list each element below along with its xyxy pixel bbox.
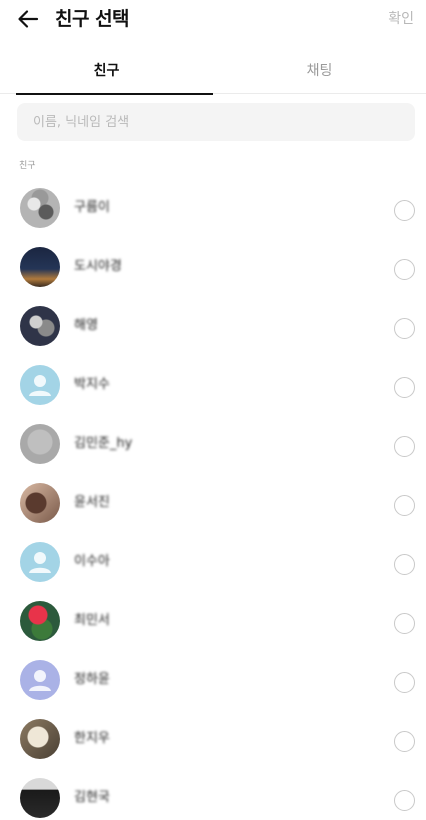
person-icon (29, 375, 51, 396)
list-item[interactable]: 한지우 (0, 711, 426, 770)
select-radio[interactable] (394, 495, 415, 516)
tab-chats[interactable]: 채팅 (213, 56, 426, 94)
friend-name: 김현국 (74, 790, 110, 805)
avatar (20, 424, 60, 464)
select-radio[interactable] (394, 377, 415, 398)
avatar (20, 247, 60, 287)
friend-name: 박지수 (74, 377, 110, 392)
avatar (20, 660, 60, 700)
list-item[interactable]: 윤서진 (0, 475, 426, 534)
select-radio[interactable] (394, 318, 415, 339)
avatar (20, 601, 60, 641)
select-radio[interactable] (394, 554, 415, 575)
list-item[interactable]: 이수아 (0, 534, 426, 593)
friend-name: 정하윤 (74, 672, 110, 687)
friend-name: 구름이 (74, 200, 110, 215)
list-item[interactable]: 김현국 (0, 770, 426, 820)
search-input[interactable] (17, 103, 415, 141)
page-title: 친구 선택 (55, 8, 130, 30)
select-radio[interactable] (394, 200, 415, 221)
confirm-button[interactable]: 확인 (388, 9, 414, 29)
person-icon (29, 670, 51, 691)
avatar (20, 188, 60, 228)
arrow-left-icon (18, 10, 39, 28)
select-radio[interactable] (394, 259, 415, 280)
list-item[interactable]: 구름이 (0, 180, 426, 239)
select-radio[interactable] (394, 672, 415, 693)
list-item[interactable]: 최민서 (0, 593, 426, 652)
top-bar: 친구 선택 확인 (0, 0, 426, 38)
select-radio[interactable] (394, 790, 415, 811)
avatar (20, 306, 60, 346)
friend-list: 구름이 도시야경 해영 박지수 김민준_hy 윤서진 이수아 최민서 정하윤 한… (0, 180, 426, 820)
list-item[interactable]: 해영 (0, 298, 426, 357)
list-item[interactable]: 박지수 (0, 357, 426, 416)
avatar (20, 483, 60, 523)
select-radio[interactable] (394, 731, 415, 752)
select-radio[interactable] (394, 436, 415, 457)
friend-name: 해영 (74, 318, 98, 333)
back-button[interactable] (14, 6, 42, 32)
list-item[interactable]: 김민준_hy (0, 416, 426, 475)
friend-name: 김민준_hy (74, 436, 133, 451)
friend-name: 도시야경 (74, 259, 122, 274)
friend-name: 한지우 (74, 731, 110, 746)
avatar (20, 778, 60, 818)
avatar (20, 719, 60, 759)
friend-name: 이수아 (74, 554, 110, 569)
select-radio[interactable] (394, 613, 415, 634)
avatar (20, 542, 60, 582)
tab-bar: 친구 채팅 (0, 56, 426, 95)
friend-name: 윤서진 (74, 495, 110, 510)
list-item[interactable]: 도시야경 (0, 239, 426, 298)
person-icon (29, 552, 51, 573)
section-label: 친구 (19, 161, 36, 171)
list-item[interactable]: 정하윤 (0, 652, 426, 711)
friend-name: 최민서 (74, 613, 110, 628)
avatar (20, 365, 60, 405)
tab-friends[interactable]: 친구 (0, 56, 213, 95)
